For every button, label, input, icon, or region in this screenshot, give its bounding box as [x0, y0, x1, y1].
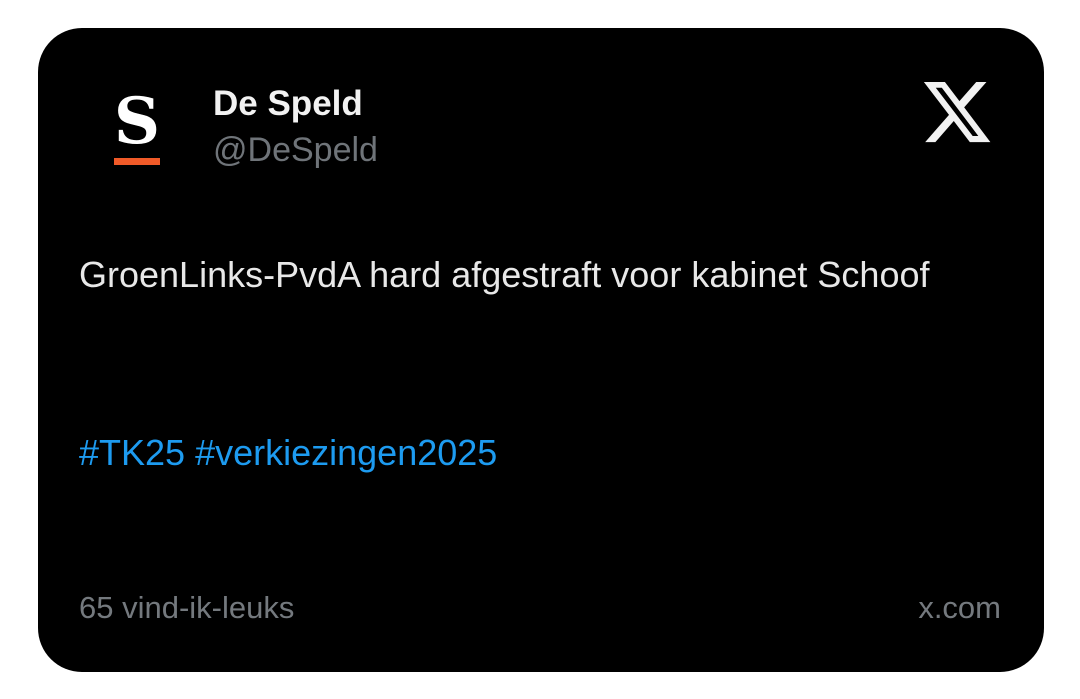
source-link[interactable]: x.com [918, 588, 1001, 628]
author-display-name[interactable]: De Speld [213, 82, 363, 126]
avatar-logo-letter: S [113, 84, 161, 159]
tweet-card[interactable]: S De Speld @DeSpeld GroenLinks-PvdA hard… [38, 28, 1044, 672]
tweet-text: GroenLinks-PvdA hard afgestraft voor kab… [79, 254, 930, 295]
hashtag-list: #TK25 #verkiezingen2025 [79, 424, 497, 481]
author-handle[interactable]: @DeSpeld [213, 128, 378, 172]
x-logo-icon[interactable] [920, 75, 994, 149]
avatar[interactable]: S [106, 84, 168, 170]
hashtag-verkiezingen2025[interactable]: #verkiezingen2025 [195, 432, 497, 473]
hashtag-tk25[interactable]: #TK25 [79, 432, 185, 473]
avatar-accent-bar [114, 158, 160, 165]
likes-count[interactable]: 65 vind-ik-leuks [79, 588, 294, 628]
